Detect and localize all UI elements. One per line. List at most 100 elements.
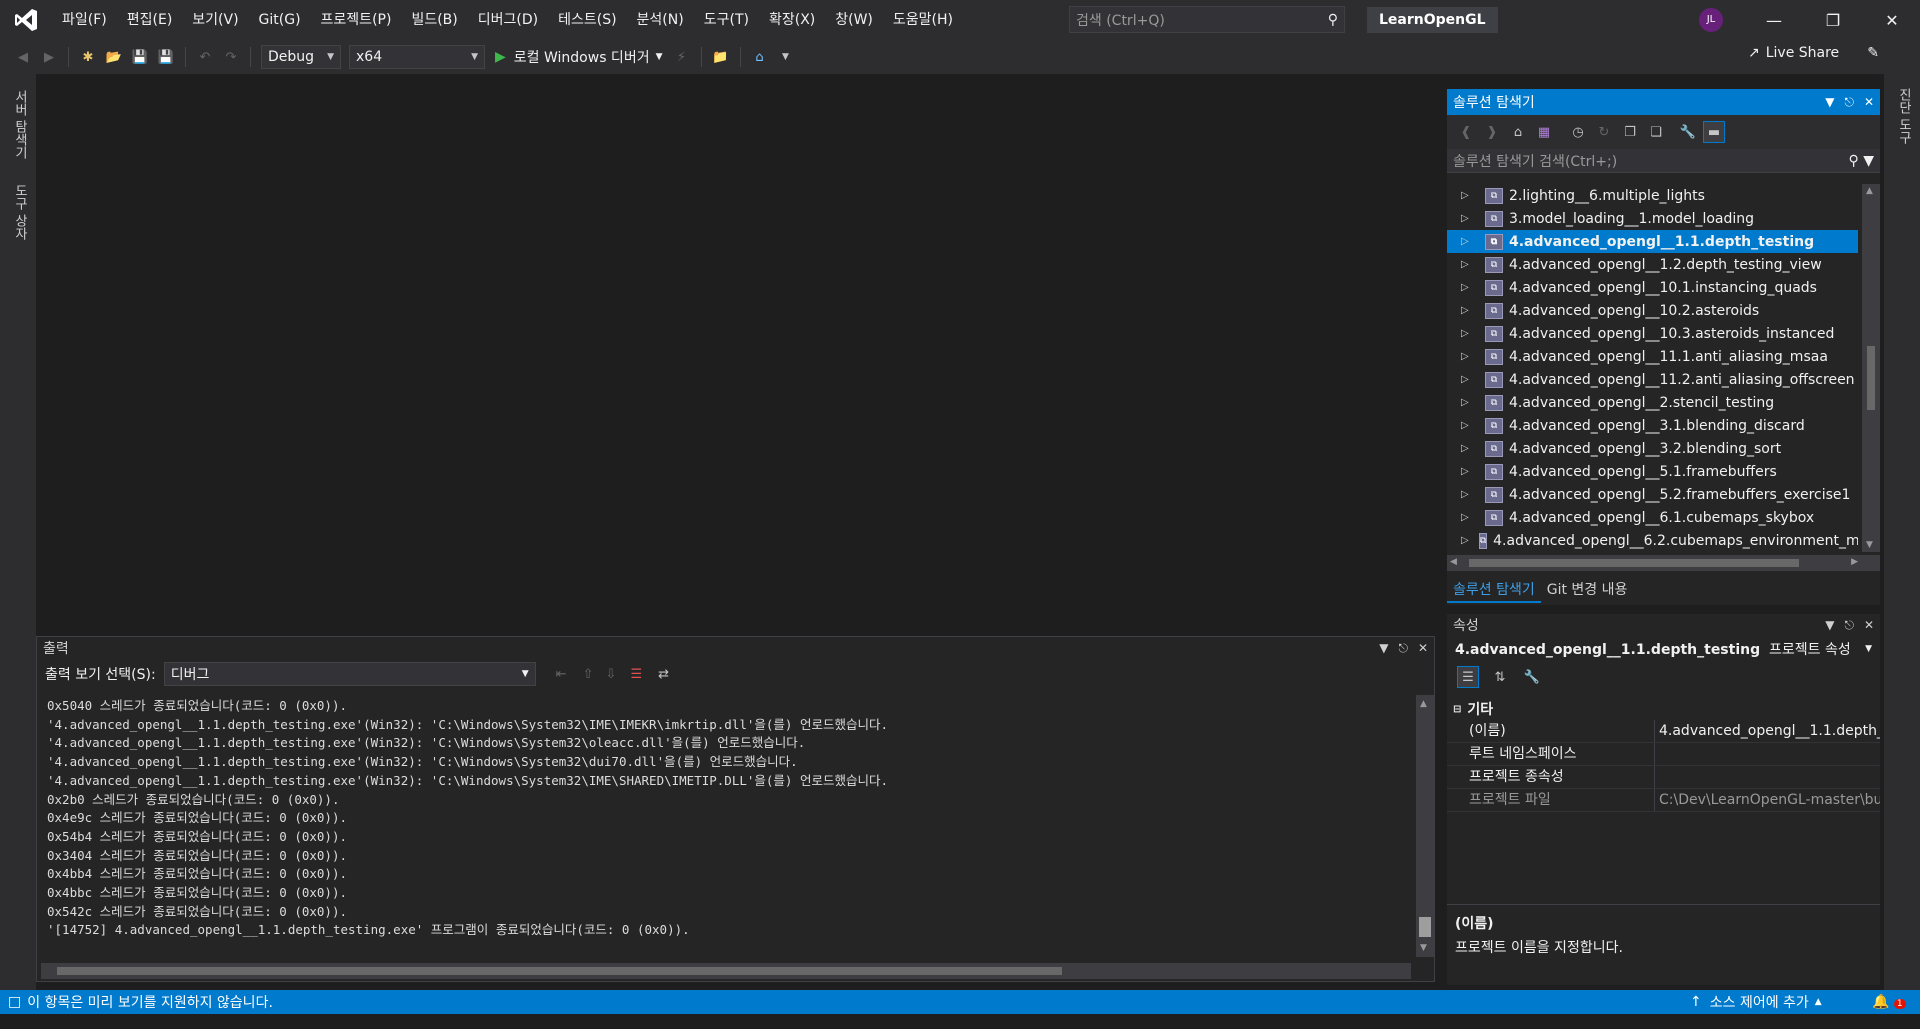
- go-to-error-icon[interactable]: ⇤: [556, 667, 567, 682]
- back-icon[interactable]: ❰: [1455, 121, 1477, 143]
- tree-item-project[interactable]: ▷ ⧉ 4.advanced_opengl__11.2.anti_aliasing_…: [1447, 368, 1858, 391]
- close-button[interactable]: ✕: [1869, 0, 1915, 40]
- tab-solution-explorer[interactable]: 솔루션 탐색기: [1447, 577, 1541, 603]
- tree-item-project[interactable]: ▷ ⧉ 4.advanced_opengl__10.2.asteroids: [1447, 299, 1858, 322]
- expand-icon[interactable]: ▷: [1461, 443, 1475, 454]
- expand-icon[interactable]: ▷: [1461, 328, 1475, 339]
- menu-window[interactable]: 창(W): [825, 0, 883, 40]
- scroll-right-icon[interactable]: ▶: [1851, 557, 1858, 567]
- word-wrap-icon[interactable]: ⇄: [658, 667, 669, 682]
- global-search-input[interactable]: 검색 (Ctrl+Q) ⚲: [1069, 6, 1345, 33]
- new-project-icon[interactable]: ✱: [77, 46, 99, 68]
- switch-views-icon[interactable]: ▦: [1533, 121, 1555, 143]
- expand-icon[interactable]: ▷: [1461, 259, 1475, 270]
- solution-vscroll-thumb[interactable]: [1867, 346, 1875, 410]
- property-value[interactable]: [1654, 766, 1880, 788]
- property-pages-icon[interactable]: 🔧: [1521, 666, 1543, 688]
- find-in-files-icon[interactable]: 📁: [710, 46, 732, 68]
- expand-icon[interactable]: ▷: [1461, 351, 1475, 362]
- user-avatar[interactable]: JL: [1699, 8, 1723, 32]
- forward-icon[interactable]: ❱: [1481, 121, 1503, 143]
- server-explorer-tab[interactable]: 서버 탐색기: [10, 90, 29, 159]
- undo-icon[interactable]: ↶: [194, 46, 216, 68]
- tree-item-project[interactable]: ▷ ⧉ 4.advanced_opengl__6.1.cubemaps_skybox: [1447, 506, 1858, 529]
- window-position-icon[interactable]: ▼: [1379, 641, 1388, 656]
- window-position-icon[interactable]: ▼: [1825, 618, 1834, 633]
- pin-icon[interactable]: ⎋: [1398, 641, 1408, 656]
- scroll-down-icon[interactable]: ▼: [1866, 540, 1873, 550]
- expand-icon[interactable]: ▷: [1461, 512, 1475, 523]
- scroll-up-icon[interactable]: ▲: [1866, 186, 1873, 196]
- solution-hscroll-thumb[interactable]: [1469, 559, 1799, 567]
- output-source-select[interactable]: 디버그 ▼: [163, 662, 536, 686]
- menu-git[interactable]: Git(G): [249, 0, 311, 40]
- menu-file[interactable]: 파일(F): [52, 0, 117, 40]
- sync-icon[interactable]: ↻: [1593, 121, 1615, 143]
- tree-item-project[interactable]: ▷ ⧉ 4.advanced_opengl__1.1.depth_testing: [1447, 230, 1858, 253]
- menu-build[interactable]: 빌드(B): [401, 0, 467, 40]
- tree-item-project[interactable]: ▷ ⧉ 4.advanced_opengl__10.1.instancing_qua…: [1447, 276, 1858, 299]
- preview-selected-icon[interactable]: ▬: [1703, 121, 1725, 143]
- solution-horizontal-scrollbar[interactable]: ◀ ▶: [1447, 555, 1880, 571]
- scroll-up-icon[interactable]: ▲: [1420, 699, 1427, 709]
- diagnostic-tools-tab[interactable]: 진단 도구: [1894, 88, 1913, 144]
- next-message-icon[interactable]: ⇩: [606, 667, 617, 682]
- window-position-icon[interactable]: ▼: [1825, 95, 1834, 110]
- start-debugging-button[interactable]: ▶ 로컬 Windows 디버거 ▼: [495, 47, 663, 67]
- categorized-icon[interactable]: ☰: [1457, 666, 1479, 688]
- expand-icon[interactable]: ▷: [1461, 489, 1475, 500]
- tree-item-project[interactable]: ▷ ⧉ 4.advanced_opengl__11.1.anti_aliasing_…: [1447, 345, 1858, 368]
- property-row[interactable]: 프로젝트 파일 C:\Dev\LearnOpenGL-master\build: [1447, 789, 1880, 812]
- close-panel-icon[interactable]: ✕: [1864, 618, 1874, 633]
- menu-help[interactable]: 도움말(H): [883, 0, 963, 40]
- menu-analyze[interactable]: 분석(N): [627, 0, 694, 40]
- property-value[interactable]: C:\Dev\LearnOpenGL-master\build: [1654, 789, 1880, 811]
- browser-link-icon[interactable]: ⌂: [749, 46, 771, 68]
- hot-reload-icon[interactable]: ⚡: [671, 46, 693, 68]
- menu-view[interactable]: 보기(V): [182, 0, 248, 40]
- expand-icon[interactable]: ▷: [1461, 420, 1475, 431]
- pin-icon[interactable]: ⎋: [1844, 95, 1854, 110]
- property-value[interactable]: [1654, 743, 1880, 765]
- redo-icon[interactable]: ↷: [220, 46, 242, 68]
- show-all-files-icon[interactable]: ❏: [1645, 121, 1667, 143]
- notifications-button[interactable]: 🔔 1: [1872, 994, 1906, 1010]
- toolbox-tab[interactable]: 도구 상자: [10, 184, 29, 240]
- tree-item-project[interactable]: ▷ ⧉ 4.advanced_opengl__5.1.framebuffers: [1447, 460, 1858, 483]
- collapse-all-icon[interactable]: ❐: [1619, 121, 1641, 143]
- home-icon[interactable]: ⌂: [1507, 121, 1529, 143]
- save-icon[interactable]: 💾: [129, 46, 151, 68]
- properties-object-select[interactable]: 4.advanced_opengl__1.1.depth_testing 프로젝…: [1447, 636, 1880, 662]
- live-share-button[interactable]: ↗ Live Share ✎: [1748, 45, 1879, 61]
- previous-message-icon[interactable]: ⇧: [583, 667, 594, 682]
- tree-item-project[interactable]: ▷ ⧉ 4.advanced_opengl__2.stencil_testing: [1447, 391, 1858, 414]
- expand-icon[interactable]: ▷: [1461, 305, 1475, 316]
- clear-all-icon[interactable]: ☰: [630, 667, 642, 682]
- menu-edit[interactable]: 편집(E): [117, 0, 183, 40]
- close-panel-icon[interactable]: ✕: [1864, 95, 1874, 110]
- close-panel-icon[interactable]: ✕: [1418, 641, 1428, 656]
- menu-test[interactable]: 테스트(S): [548, 0, 626, 40]
- pending-changes-filter-icon[interactable]: ◷: [1567, 121, 1589, 143]
- navigate-back-icon[interactable]: ◀: [12, 46, 34, 68]
- expand-icon[interactable]: ▷: [1461, 466, 1475, 477]
- expand-icon[interactable]: ▷: [1461, 213, 1475, 224]
- expand-icon[interactable]: ▷: [1461, 190, 1475, 201]
- output-horizontal-scrollbar[interactable]: [41, 963, 1411, 979]
- navigate-forward-icon[interactable]: ▶: [38, 46, 60, 68]
- property-row[interactable]: 루트 네임스페이스: [1447, 743, 1880, 766]
- expand-icon[interactable]: ▷: [1461, 374, 1475, 385]
- solution-explorer-search-input[interactable]: 솔루션 탐색기 검색(Ctrl+;) ⚲ ▼: [1447, 149, 1880, 173]
- expand-icon[interactable]: ▷: [1461, 236, 1475, 247]
- pin-icon[interactable]: ⎋: [1844, 618, 1854, 633]
- save-all-icon[interactable]: 💾: [155, 46, 177, 68]
- expand-icon[interactable]: ▷: [1461, 397, 1475, 408]
- property-category[interactable]: ⊟ 기타: [1447, 698, 1880, 720]
- tab-git-changes[interactable]: Git 변경 내용: [1541, 577, 1634, 603]
- menu-extensions[interactable]: 확장(X): [759, 0, 825, 40]
- output-text[interactable]: 0x5040 스레드가 종료되었습니다(코드: 0 (0x0)). '4.adva…: [47, 697, 1415, 957]
- tree-item-project[interactable]: ▷ ⧉ 4.advanced_opengl__6.2.cubemaps_enviro…: [1447, 529, 1858, 552]
- tree-item-project[interactable]: ▷ ⧉ 4.advanced_opengl__3.1.blending_discar…: [1447, 414, 1858, 437]
- property-value[interactable]: 4.advanced_opengl__1.1.depth_testing: [1654, 720, 1880, 742]
- output-hscroll-thumb[interactable]: [57, 967, 1062, 975]
